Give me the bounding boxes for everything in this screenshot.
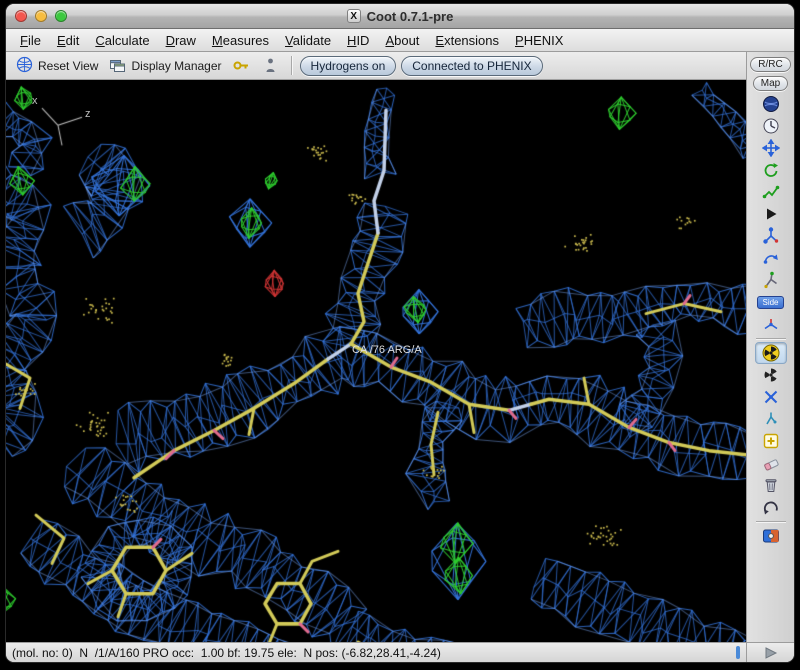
gl-canvas[interactable] [6, 80, 746, 642]
x11-app-icon: X [346, 9, 361, 23]
atom-label: CA /76 ARG/A [352, 344, 422, 356]
gl-viewport: x z CA /76 ARG/A [6, 80, 746, 642]
undo-icon[interactable] [755, 496, 787, 518]
recentring-view-icon[interactable] [755, 115, 787, 137]
reset-view-label: Reset View [38, 58, 99, 73]
reset-view-icon [16, 56, 33, 76]
menu-measures[interactable]: Measures [204, 31, 277, 50]
torsion-general-icon[interactable] [755, 181, 787, 203]
run-refmac-icon[interactable] [755, 203, 787, 225]
menu-extensions[interactable]: Extensions [427, 31, 507, 50]
right-toolbar-divider-2 [755, 521, 786, 522]
rrc-button[interactable]: R/RC [750, 57, 791, 72]
window-title: Coot 0.7.1-pre [366, 8, 454, 24]
menu-bar: File Edit Calculate Draw Measures Valida… [6, 29, 794, 52]
real-space-refine-icon[interactable] [754, 342, 787, 364]
jed-flip-icon[interactable] [755, 313, 787, 335]
app-window: X Coot 0.7.1-pre File Edit Calculate Dra… [6, 4, 794, 662]
right-toolbar: R/RC Map Side [746, 52, 794, 662]
zoom-button[interactable] [55, 10, 67, 22]
menu-hid[interactable]: HID [339, 31, 377, 50]
edit-chi-angles-icon[interactable] [755, 225, 787, 247]
axis-x-label: x [32, 95, 38, 107]
navigation-sphere-icon[interactable] [755, 93, 787, 115]
phenix-connection-button[interactable]: Connected to PHENIX [401, 55, 543, 76]
title-bar[interactable]: X Coot 0.7.1-pre [6, 4, 794, 29]
side-tag-label: Side [757, 295, 784, 309]
map-button[interactable]: Map [752, 76, 789, 91]
rotate-translate-zone-icon[interactable] [755, 137, 787, 159]
add-terminal-residue-icon[interactable] [755, 430, 787, 452]
toolbar-separator [290, 56, 292, 75]
menu-phenix[interactable]: PHENIX [507, 31, 571, 50]
axis-z-label: z [85, 108, 91, 120]
status-bar: (mol. no: 0) N /1/A/160 PRO occ: 1.00 bf… [6, 642, 746, 662]
menu-file[interactable]: File [12, 31, 49, 50]
display-manager-label: Display Manager [131, 58, 222, 73]
regularize-zone-icon[interactable] [755, 364, 787, 386]
rigid-body-fit-icon[interactable] [755, 159, 787, 181]
key-icon[interactable] [230, 55, 254, 77]
minimize-button[interactable] [35, 10, 47, 22]
add-alt-conf-icon[interactable] [755, 408, 787, 430]
display-manager-button[interactable]: Display Manager [106, 54, 224, 78]
pepflip-icon[interactable] [755, 386, 787, 408]
window-title-wrap: X Coot 0.7.1-pre [6, 9, 794, 24]
delete-item-icon[interactable] [755, 474, 787, 496]
mutate-icon[interactable] [755, 452, 787, 474]
statusbar-run-icon[interactable] [747, 642, 794, 662]
menu-validate[interactable]: Validate [277, 31, 339, 50]
main-toolbar: Reset View Display Manager Hydrogens on … [6, 52, 746, 80]
auto-fit-rotamer-icon[interactable] [755, 269, 787, 291]
ligand-builder-icon[interactable] [755, 525, 787, 547]
hydrogens-toggle-button[interactable]: Hydrogens on [299, 55, 397, 76]
status-scrollbar[interactable] [736, 646, 740, 659]
flip-peptide-icon[interactable] [755, 247, 787, 269]
menu-about[interactable]: About [377, 31, 427, 50]
reset-view-button[interactable]: Reset View [13, 54, 101, 78]
right-toolbar-divider [755, 338, 786, 339]
menu-draw[interactable]: Draw [158, 31, 204, 50]
side-chain-180-icon[interactable]: Side [755, 291, 787, 313]
status-text: (mol. no: 0) N /1/A/160 PRO occ: 1.00 bf… [12, 645, 441, 660]
menu-edit[interactable]: Edit [49, 31, 87, 50]
go-to-atom-icon[interactable] [259, 55, 283, 77]
display-manager-icon [109, 56, 126, 76]
window-controls [6, 10, 67, 22]
menu-calculate[interactable]: Calculate [87, 31, 157, 50]
close-button[interactable] [15, 10, 27, 22]
